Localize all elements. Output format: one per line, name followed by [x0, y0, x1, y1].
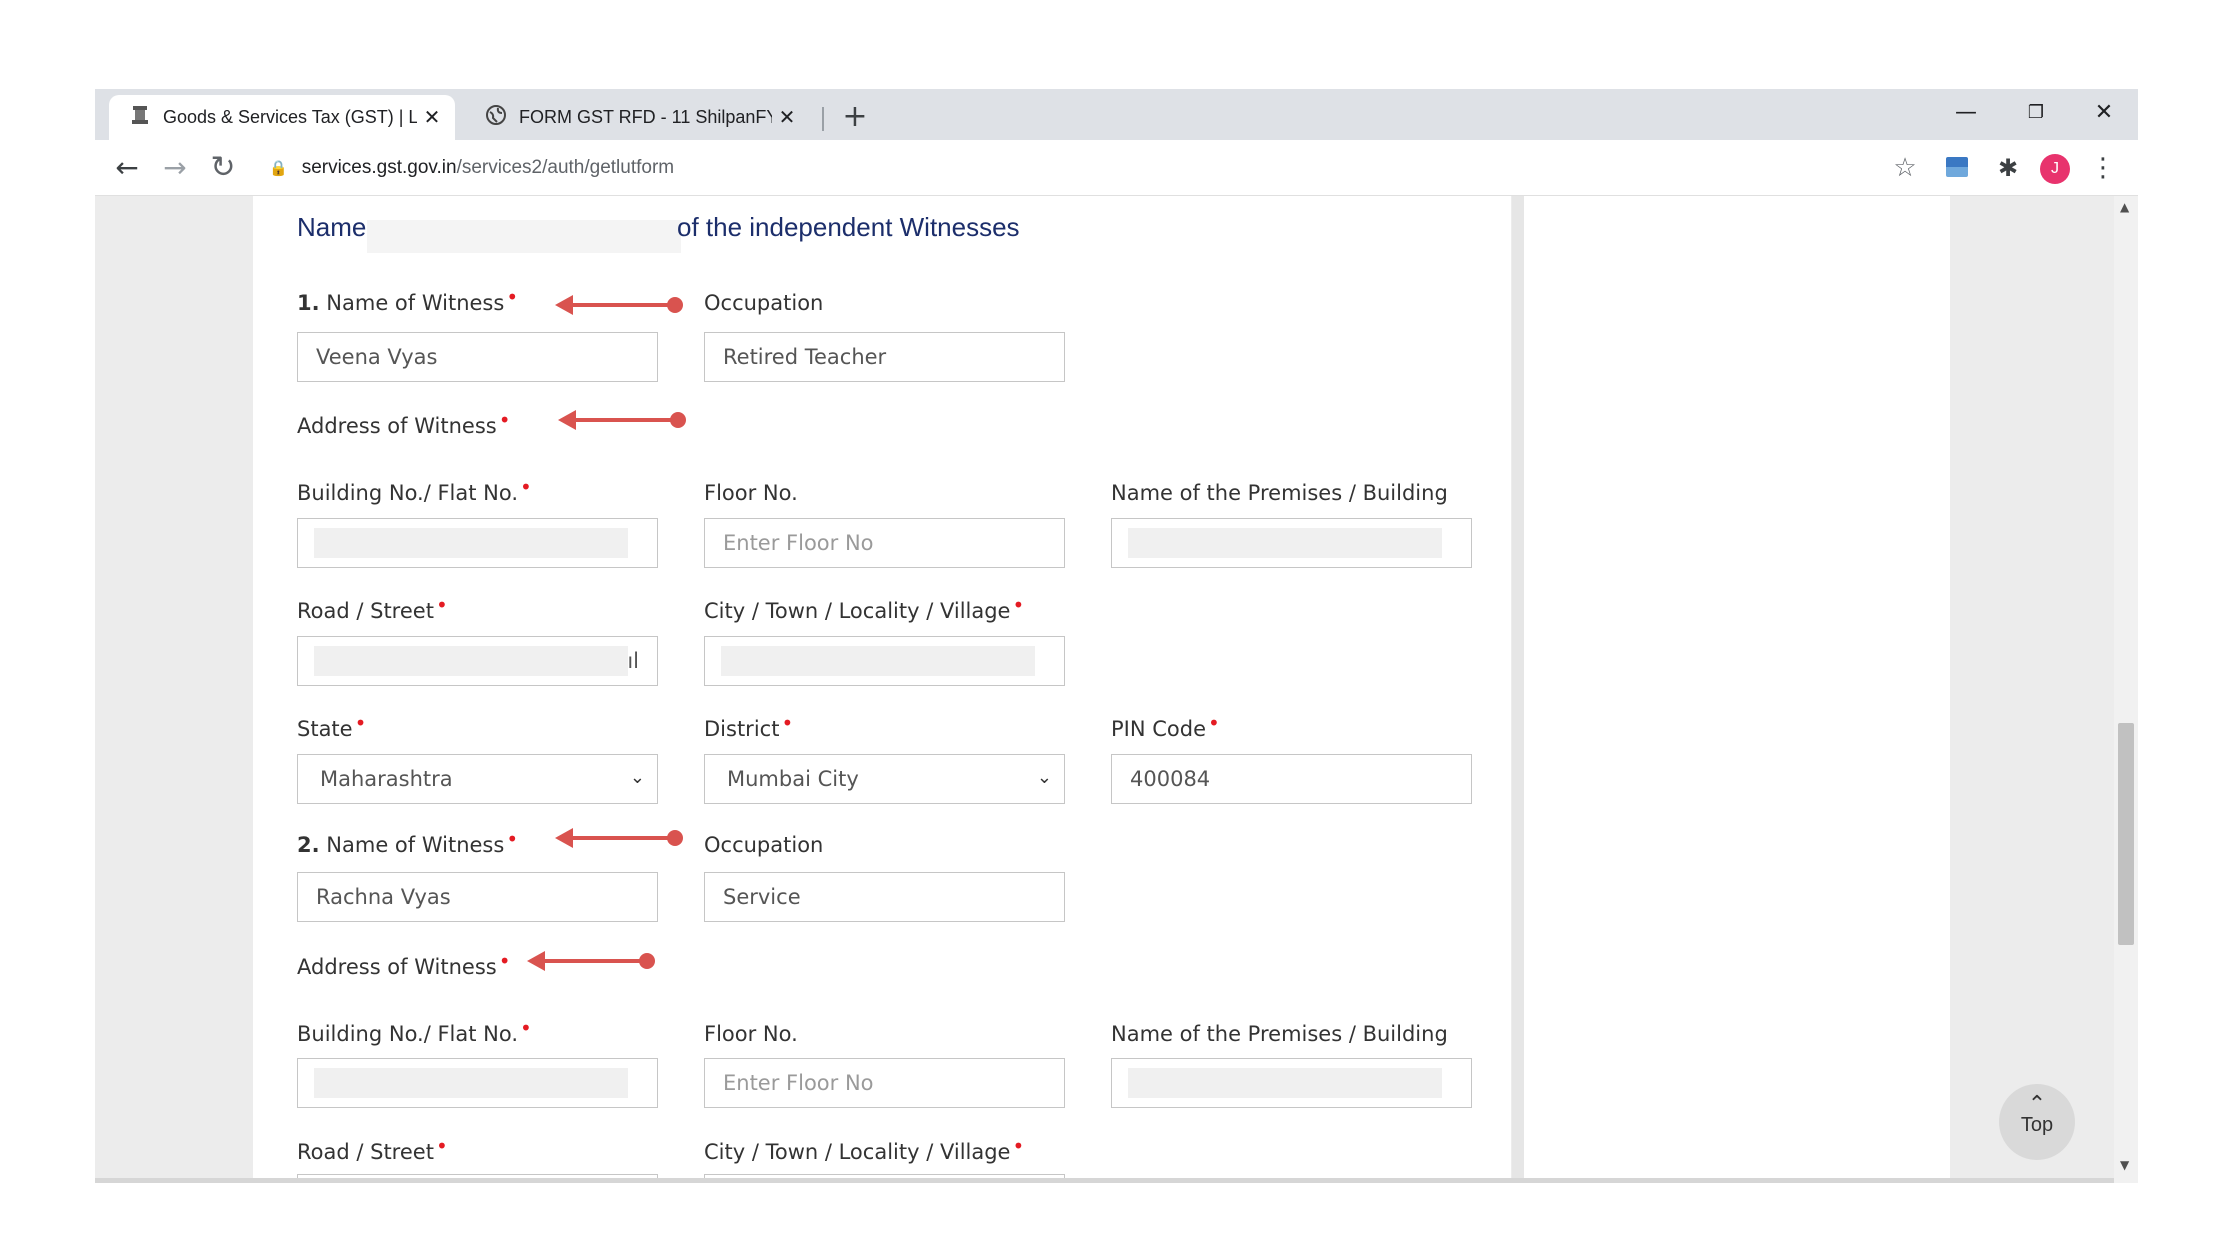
- witness1-pin-input[interactable]: 400084: [1111, 754, 1472, 804]
- witness1-occupation-input[interactable]: Retired Teacher: [704, 332, 1065, 382]
- witness2-floor-input[interactable]: Enter Floor No: [704, 1058, 1065, 1108]
- witness1-building-label: Building No./ Flat No. •: [297, 475, 532, 505]
- scroll-to-top-button[interactable]: ⌃ Top: [1999, 1084, 2075, 1160]
- vertical-scrollbar[interactable]: ▲ ▼: [2114, 196, 2138, 1183]
- new-tab-button[interactable]: +: [835, 99, 875, 135]
- back-button[interactable]: ←: [107, 148, 147, 188]
- witness2-name-input[interactable]: Rachna Vyas: [297, 872, 658, 922]
- horizontal-scrollbar[interactable]: [95, 1178, 2114, 1183]
- close-icon[interactable]: ✕: [772, 105, 802, 130]
- tab-title: FORM GST RFD - 11 ShilpanFY 20: [519, 107, 772, 127]
- bookmark-star-icon[interactable]: ☆: [1885, 148, 1925, 188]
- witness1-city-input[interactable]: [704, 636, 1065, 686]
- witness1-floor-label: Floor No.: [704, 481, 798, 505]
- witness1-district-select[interactable]: Mumbai City ⌄: [704, 754, 1065, 804]
- witness2-premises-label: Name of the Premises / Building: [1111, 1022, 1448, 1046]
- witness1-premises-label: Name of the Premises / Building: [1111, 481, 1448, 505]
- panel-divider: [1512, 196, 1524, 1183]
- redacted-area: [367, 220, 681, 253]
- witness1-road-label: Road / Street •: [297, 593, 448, 623]
- chevron-down-icon: ⌄: [1036, 767, 1052, 788]
- kebab-menu-icon[interactable]: ⋮: [2088, 148, 2118, 188]
- witness1-name-input[interactable]: Veena Vyas: [297, 332, 658, 382]
- chevron-down-icon: ⌄: [629, 767, 645, 788]
- top-label: Top: [2020, 1114, 2054, 1136]
- witness1-occupation-label: Occupation: [704, 291, 824, 315]
- witness1-city-label: City / Town / Locality / Village •: [704, 593, 1025, 623]
- close-icon[interactable]: ✕: [417, 105, 447, 130]
- forward-button[interactable]: →: [155, 148, 195, 188]
- tab-form-gst-rfd[interactable]: FORM GST RFD - 11 ShilpanFY 20 ✕: [465, 95, 810, 140]
- url-path: /services2/auth/getlutform: [456, 157, 675, 178]
- section-heading-prefix: Name: [297, 212, 367, 242]
- gst-emblem-icon: [129, 104, 151, 131]
- witness2-occupation-input[interactable]: Service: [704, 872, 1065, 922]
- globe-icon: [485, 104, 507, 131]
- scroll-up-arrow-icon[interactable]: ▲: [2120, 200, 2129, 214]
- extensions-puzzle-icon[interactable]: ✱: [1988, 148, 2028, 188]
- window-close-button[interactable]: ✕: [2079, 95, 2129, 131]
- address-bar[interactable]: 🔒 services.gst.gov.in/services2/auth/get…: [255, 149, 2025, 187]
- witness2-name-label: 2. Name of Witness •: [297, 827, 519, 857]
- witness1-district-label: District •: [704, 711, 794, 741]
- extension-icon[interactable]: [1946, 157, 1968, 177]
- browser-toolbar: ← → ↻ 🔒 services.gst.gov.in/services2/au…: [95, 140, 2138, 196]
- profile-avatar[interactable]: J: [2040, 154, 2070, 184]
- reload-button[interactable]: ↻: [203, 148, 243, 188]
- tab-separator: [822, 107, 824, 131]
- annotation-arrow: [555, 828, 685, 848]
- chevron-up-icon: ⌃: [2027, 1091, 2047, 1116]
- tab-gst-lut[interactable]: Goods & Services Tax (GST) | Lut ✕: [109, 95, 455, 140]
- annotation-arrow: [527, 951, 657, 971]
- selected-value: Maharashtra: [320, 767, 453, 791]
- witness2-building-input[interactable]: [297, 1058, 658, 1108]
- witness1-premises-input[interactable]: !: [1111, 518, 1472, 568]
- annotation-arrow: [555, 295, 685, 315]
- witness2-floor-label: Floor No.: [704, 1022, 798, 1046]
- witness1-building-input[interactable]: [297, 518, 658, 568]
- page-viewport: Name of the independent Witnesses 1. Nam…: [95, 196, 2138, 1183]
- scrollbar-thumb[interactable]: [2118, 723, 2134, 945]
- witness2-premises-input[interactable]: !: [1111, 1058, 1472, 1108]
- section-heading-suffix: of the independent Witnesses: [677, 212, 1020, 242]
- lock-icon: 🔒: [269, 160, 288, 177]
- witness2-city-label: City / Town / Locality / Village •: [704, 1134, 1025, 1164]
- witness2-address-label: Address of Witness •: [297, 949, 511, 979]
- witness1-state-label: State •: [297, 711, 367, 741]
- url-host: services.gst.gov.in: [301, 157, 457, 178]
- witness2-road-label: Road / Street •: [297, 1134, 448, 1164]
- witness2-building-label: Building No./ Flat No. •: [297, 1016, 532, 1046]
- witness1-floor-input[interactable]: Enter Floor No: [704, 518, 1065, 568]
- witness1-state-select[interactable]: Maharashtra ⌄: [297, 754, 658, 804]
- selected-value: Mumbai City: [727, 767, 859, 791]
- minimize-button[interactable]: —: [1941, 95, 1991, 131]
- browser-window: Goods & Services Tax (GST) | Lut ✕ FORM …: [95, 89, 2138, 1183]
- right-panel: [1524, 196, 1950, 1183]
- scroll-down-arrow-icon[interactable]: ▼: [2120, 1158, 2129, 1172]
- tab-strip: Goods & Services Tax (GST) | Lut ✕ FORM …: [95, 89, 2138, 140]
- witness1-road-input[interactable]: ıl: [297, 636, 658, 686]
- restore-button[interactable]: ❐: [2011, 95, 2061, 131]
- annotation-arrow: [558, 410, 688, 430]
- witness2-occupation-label: Occupation: [704, 833, 824, 857]
- tab-title: Goods & Services Tax (GST) | Lut: [163, 107, 417, 127]
- witness1-pin-label: PIN Code •: [1111, 711, 1220, 741]
- witness1-name-label: 1. Name of Witness •: [297, 285, 519, 315]
- witness1-address-label: Address of Witness •: [297, 408, 511, 438]
